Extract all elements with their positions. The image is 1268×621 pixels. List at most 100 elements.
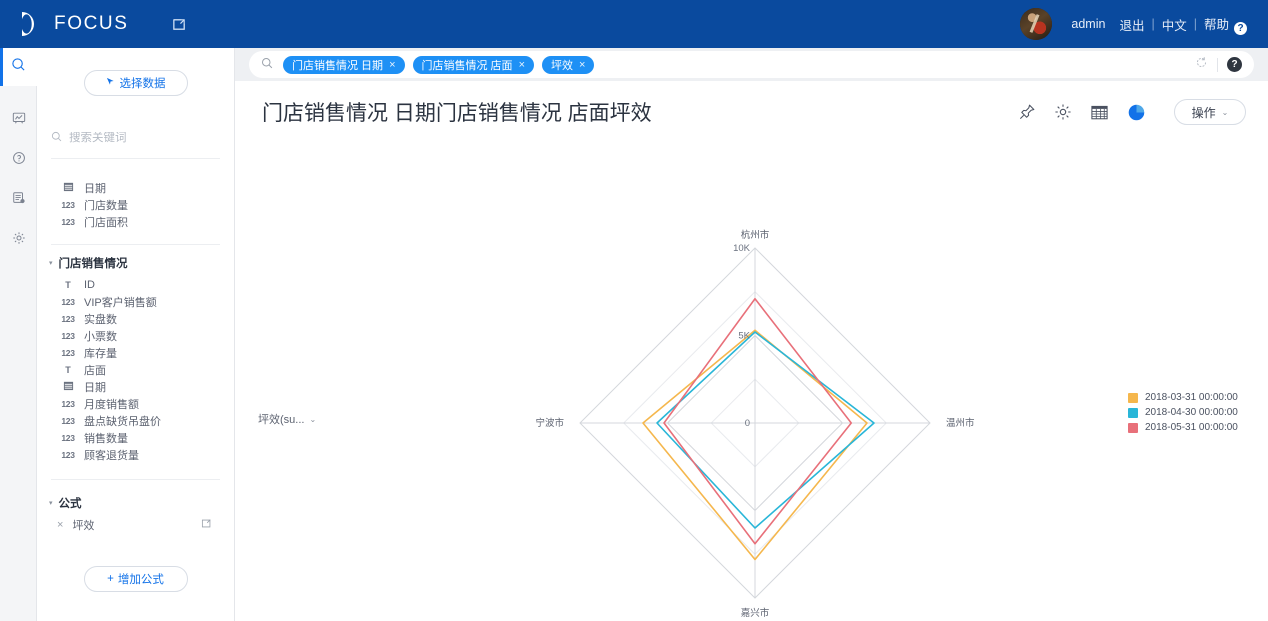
search-chip-0[interactable]: 门店销售情况 日期 ×: [283, 55, 405, 74]
chart-area: 坪效(su... ⌄ 0 5K 10K 杭州市 温州市 嘉兴市 宁波市 2018-03-3…: [235, 143, 1268, 621]
date-type-icon: [59, 181, 77, 194]
field-label: 门店面积: [84, 216, 128, 229]
page-title: 门店销售情况 日期门店销售情况 店面坪效: [262, 102, 652, 125]
language-button[interactable]: 中文: [1155, 15, 1194, 34]
field-label: VIP客户销售额: [84, 296, 157, 309]
field-group-label: 门店销售情况: [58, 258, 128, 270]
search-chip-2[interactable]: 坪效 ×: [542, 55, 595, 74]
group-field-row-2[interactable]: 123 实盘数: [37, 310, 234, 327]
group-field-row-0[interactable]: T ID: [37, 276, 234, 293]
action-label: 操作: [1191, 105, 1216, 120]
pin-icon[interactable]: [1018, 103, 1036, 121]
field-row-0[interactable]: 日期: [37, 179, 234, 196]
field-group-header[interactable]: ▾ 门店销售情况: [37, 254, 234, 272]
group-field-row-9[interactable]: 123 销售数量: [37, 429, 234, 446]
group-field-row-4[interactable]: 123 库存量: [37, 344, 234, 361]
gear-icon[interactable]: [1054, 103, 1072, 121]
group-field-row-6[interactable]: 日期: [37, 378, 234, 395]
sidebar-item-board[interactable]: [0, 101, 37, 139]
logout-button[interactable]: 退出: [1112, 15, 1151, 34]
svg-text:5K: 5K: [738, 331, 750, 342]
brand-name: FOCUS: [54, 13, 129, 34]
user-name[interactable]: admin: [1064, 17, 1112, 31]
legend-label: 2018-04-30 00:00:00: [1145, 407, 1238, 418]
close-icon[interactable]: ×: [389, 59, 395, 71]
field-label: 月度销售额: [84, 398, 139, 411]
title-tools: 操作 ⌄: [1018, 99, 1246, 125]
radar-tick-labels: 0 5K 10K: [733, 243, 751, 429]
search-chip-1[interactable]: 门店销售情况 店面 ×: [412, 55, 534, 74]
edit-square-icon[interactable]: [169, 13, 191, 35]
svg-text:宁波市: 宁波市: [535, 417, 564, 429]
number-type-icon: 123: [61, 296, 75, 307]
number-type-icon: 123: [61, 449, 75, 460]
legend-label: 2018-03-31 00:00:00: [1145, 392, 1238, 403]
number-type-icon: 123: [61, 313, 75, 324]
group-field-row-7[interactable]: 123 月度销售额: [37, 395, 234, 412]
edit-square-icon[interactable]: [201, 518, 212, 532]
formula-row[interactable]: × 坪效: [37, 516, 234, 534]
legend-swatch: [1128, 392, 1138, 403]
svg-text:嘉兴市: 嘉兴市: [741, 607, 770, 619]
legend-item-0[interactable]: 2018-03-31 00:00:00: [1128, 392, 1238, 403]
top-bar-right: admin 退出 | 中文 | 帮助?: [1020, 8, 1254, 40]
brand[interactable]: FOCUS: [16, 9, 129, 39]
field-list: 日期 123 门店数量 123 门店面积 ▾ 门店销售情况 T ID 123 V…: [37, 159, 234, 621]
field-row-1[interactable]: 123 门店数量: [37, 196, 234, 213]
field-label: 日期: [84, 182, 106, 195]
plus-icon: +: [107, 573, 114, 585]
search-bar[interactable]: 门店销售情况 日期 × 门店销售情况 店面 × 坪效 × ?: [249, 51, 1254, 78]
search-icon: [261, 56, 273, 74]
formula-label: 坪效: [72, 520, 95, 532]
legend-item-2[interactable]: 2018-05-31 00:00:00: [1128, 422, 1238, 433]
sidebar-item-help[interactable]: [0, 141, 37, 179]
search-bar-zone: 门店销售情况 日期 × 门店销售情况 店面 × 坪效 × ?: [235, 48, 1268, 81]
svg-text:0: 0: [745, 418, 750, 429]
select-data-button[interactable]: 选择数据: [83, 70, 188, 96]
database-icon: [12, 191, 26, 210]
search-input[interactable]: [69, 132, 199, 144]
number-type-icon: 123: [61, 216, 75, 227]
divider: [51, 479, 220, 480]
divider: [1217, 57, 1218, 72]
number-type-icon: 123: [61, 432, 75, 443]
formula-group-header[interactable]: ▾ 公式: [37, 494, 234, 512]
sidebar-item-data[interactable]: [0, 181, 37, 219]
action-button[interactable]: 操作 ⌄: [1174, 99, 1246, 125]
refresh-icon[interactable]: [1195, 56, 1208, 74]
question-circle-icon: ?: [1234, 21, 1247, 35]
group-field-row-3[interactable]: 123 小票数: [37, 327, 234, 344]
add-formula-button[interactable]: + 增加公式: [83, 566, 188, 592]
chevron-down-icon: ▾: [49, 260, 53, 267]
svg-text:温州市: 温州市: [946, 417, 975, 429]
close-icon[interactable]: ×: [519, 59, 525, 71]
search-bar-actions: ?: [1195, 56, 1248, 74]
divider: [51, 244, 220, 245]
field-label: 日期: [84, 381, 106, 394]
number-type-icon: 123: [61, 330, 75, 341]
close-icon[interactable]: ×: [57, 519, 63, 531]
svg-text:杭州市: 杭州市: [741, 229, 770, 241]
field-label: 顾客退货量: [84, 449, 139, 462]
group-field-row-1[interactable]: 123 VIP客户销售额: [37, 293, 234, 310]
close-icon[interactable]: ×: [579, 59, 585, 71]
cursor-arrow-icon: [106, 77, 115, 89]
field-row-2[interactable]: 123 门店面积: [37, 213, 234, 230]
group-field-row-10[interactable]: 123 顾客退货量: [37, 446, 234, 463]
table-icon[interactable]: [1090, 103, 1109, 122]
chip-label: 门店销售情况 日期: [292, 59, 384, 72]
sidebar-item-settings[interactable]: [0, 221, 37, 259]
field-label: 小票数: [84, 330, 117, 343]
chart-legend: 2018-03-31 00:00:00 2018-04-30 00:00:00 …: [1128, 392, 1238, 433]
group-field-row-8[interactable]: 123 盘点缺货吊盘价: [37, 412, 234, 429]
sidebar-item-search[interactable]: [0, 48, 37, 86]
group-field-row-5[interactable]: T 店面: [37, 361, 234, 378]
legend-item-1[interactable]: 2018-04-30 00:00:00: [1128, 407, 1238, 418]
question-circle-icon[interactable]: ?: [1227, 57, 1242, 72]
pie-chart-icon[interactable]: [1127, 103, 1146, 122]
top-bar: FOCUS admin 退出 | 中文 | 帮助?: [0, 0, 1268, 48]
panel-search[interactable]: [51, 126, 220, 150]
text-type-icon: T: [65, 279, 71, 290]
avatar[interactable]: [1020, 8, 1053, 40]
help-button[interactable]: 帮助?: [1197, 14, 1254, 35]
